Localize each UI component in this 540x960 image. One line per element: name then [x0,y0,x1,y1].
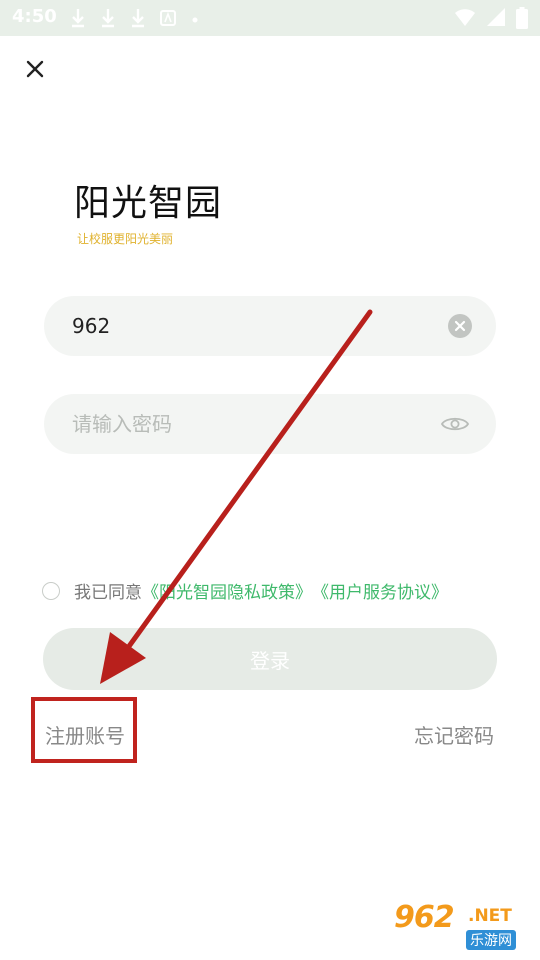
battery-icon [516,7,528,29]
agreement-radio[interactable] [42,581,60,600]
site-watermark: 962 .NET 乐游网 [394,898,534,954]
watermark-suffix: .NET [468,906,512,926]
close-icon[interactable] [24,58,46,80]
app-slogan: 让校服更阳光美丽 [77,232,174,246]
agreement-prefix: 我已同意 [74,583,142,603]
eye-icon[interactable] [440,412,470,436]
password-input[interactable] [70,411,414,437]
wifi-icon [455,9,475,26]
system-icons [454,7,528,29]
clear-icon[interactable] [448,314,472,338]
annotation-highlight-box [31,697,137,763]
status-bar: 4:50 [0,0,540,36]
login-button[interactable]: 登录 [43,628,497,690]
watermark-site: 乐游网 [466,930,516,950]
status-time: 4:50 [12,6,57,27]
download-icon [102,9,114,28]
account-field[interactable] [44,296,496,356]
download-icon [72,9,84,28]
annotation-arrow [100,309,373,684]
forgot-password-link[interactable]: 忘记密码 [414,720,494,749]
password-field[interactable] [44,394,496,454]
agreement-row: 我已同意 《阳光智园隐私政策》 《用户服务协议》 [42,578,448,603]
app-title: 阳光智园 [74,183,223,224]
dot-icon [192,17,198,23]
notification-icons [70,8,200,28]
download-icon [132,9,144,28]
account-input[interactable] [70,313,414,339]
service-agreement-link[interactable]: 《用户服务协议》 [312,578,448,603]
watermark-brand: 962 [394,900,455,935]
app-notification-icon [160,10,176,26]
signal-icon [487,8,505,26]
privacy-policy-link[interactable]: 《阳光智园隐私政策》 [142,578,312,603]
